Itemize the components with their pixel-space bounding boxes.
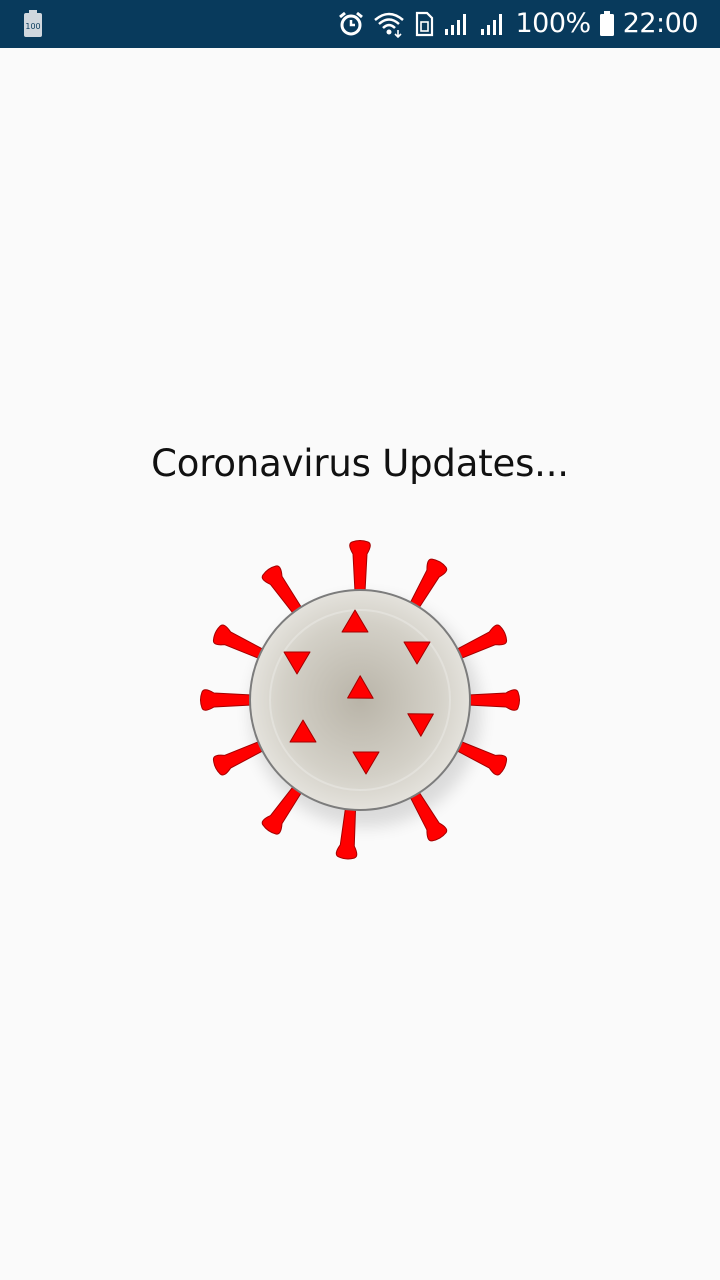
battery-percent: 100%: [515, 8, 591, 39]
coronavirus-icon: [200, 540, 520, 860]
splash-screen: Coronavirus Updates...: [0, 48, 720, 1280]
clock: 22:00: [622, 8, 699, 39]
wifi-icon: [374, 12, 405, 38]
signal-icon: [481, 14, 503, 35]
status-icons: 100% 22:00: [337, 0, 699, 48]
battery-notification-icon: 100: [22, 10, 44, 38]
battery-badge-text: 100: [25, 22, 40, 31]
battery-icon: [599, 11, 614, 36]
sim-icon: [416, 11, 434, 37]
splash-title: Coronavirus Updates...: [151, 442, 569, 485]
signal-icon: [445, 14, 467, 35]
alarm-icon: [339, 11, 364, 36]
status-bar: 100 100% 22:00: [0, 0, 720, 48]
